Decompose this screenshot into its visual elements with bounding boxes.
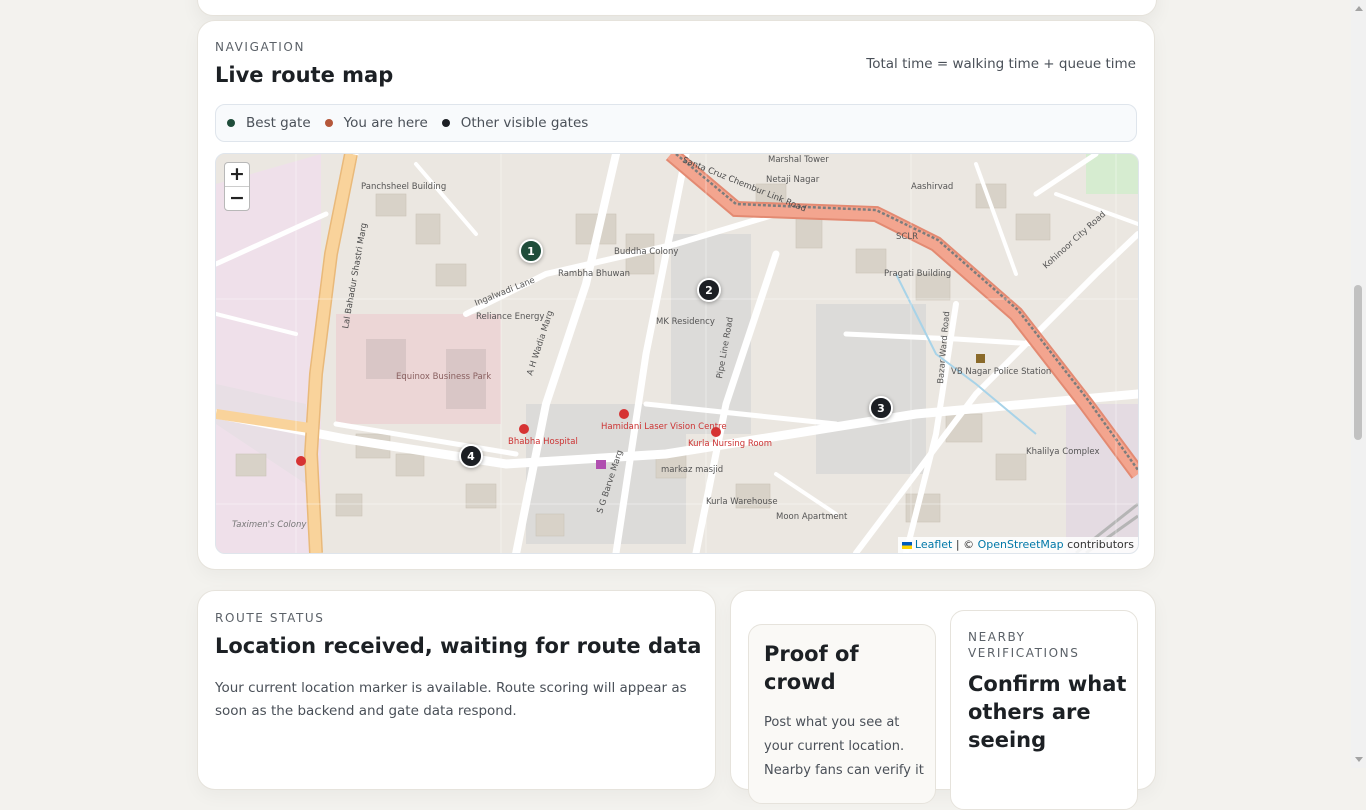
attribution-suffix: contributors (1063, 538, 1134, 551)
section-eyebrow: NAVIGATION (215, 40, 306, 54)
zoom-control: + − (224, 162, 250, 211)
page-scrollbar[interactable] (1351, 0, 1366, 768)
map-label-place: Marshal Tower (768, 155, 829, 165)
gate-marker[interactable]: 3 (869, 396, 893, 420)
section-eyebrow: NEARBY VERIFICATIONS (968, 630, 1080, 660)
route-status-title: Location received, waiting for route dat… (215, 634, 702, 658)
openstreetmap-link[interactable]: OpenStreetMap (978, 538, 1064, 551)
map-label-place: MK Residency (656, 317, 715, 327)
scroll-down-arrow-icon[interactable] (1355, 757, 1363, 762)
gate-marker[interactable]: 2 (697, 278, 721, 302)
nearby-title: Confirm what others are seeing (968, 672, 1127, 752)
map-label-place: Taximen's Colony (232, 520, 307, 530)
zoom-in-button[interactable]: + (225, 163, 249, 186)
map-label-place: Panchsheel Building (361, 182, 446, 192)
map-label-place: VB Nagar Police Station (951, 367, 1051, 377)
other-gate-dot-icon (441, 119, 450, 127)
proof-body: Post what you see at your current locati… (764, 715, 924, 778)
map-label-place: Netaji Nagar (766, 175, 820, 185)
proof-title: Proof of crowd (764, 642, 859, 694)
navigation-card: NAVIGATION Live route map Total time = w… (197, 20, 1155, 570)
map-label-place: Bhabha Hospital (508, 437, 578, 447)
legend-you-are-here: You are here (324, 115, 428, 131)
legend-label: Best gate (246, 115, 311, 131)
map-legend: Best gate You are here Other visible gat… (215, 104, 1137, 142)
map-label-place: Aashirvad (911, 182, 953, 192)
map-label-place: SCLR (896, 232, 918, 242)
attribution-separator: | © (952, 538, 978, 551)
map-label-place: Equinox Business Park (396, 372, 491, 382)
section-eyebrow: ROUTE STATUS (215, 611, 325, 625)
you-are-here-dot-icon (324, 119, 333, 127)
map-label-place: markaz masjid (661, 465, 723, 475)
map-label-place: Rambha Bhuwan (558, 269, 630, 279)
map-attribution: Leaflet | © OpenStreetMap contributors (897, 537, 1138, 553)
route-map[interactable]: Santa Cruz Chembur Link Road Lal Bahadur… (215, 153, 1139, 554)
map-tiles: Santa Cruz Chembur Link Road Lal Bahadur… (216, 154, 1138, 553)
best-gate-dot-icon (227, 119, 235, 127)
map-label-place: Khalilya Complex (1026, 447, 1099, 457)
gate-marker-best[interactable]: 1 (519, 239, 543, 263)
legend-best-gate: Best gate (227, 115, 311, 131)
map-label-place: Pragati Building (884, 269, 951, 279)
time-formula-note: Total time = walking time + queue time (866, 56, 1136, 72)
previous-card (197, 0, 1157, 16)
gate-marker[interactable]: 4 (459, 444, 483, 468)
legend-label: Other visible gates (460, 115, 589, 131)
map-label-place: Moon Apartment (776, 512, 848, 522)
route-status-card: ROUTE STATUS Location received, waiting … (197, 590, 716, 790)
ukraine-flag-icon (901, 541, 912, 549)
nearby-verifications-panel: NEARBY VERIFICATIONS Confirm what others… (950, 610, 1138, 810)
route-status-body: Your current location marker is availabl… (215, 680, 687, 719)
leaflet-link[interactable]: Leaflet (915, 538, 952, 551)
scroll-up-arrow-icon[interactable] (1355, 6, 1363, 11)
proof-of-crowd-panel: Proof of crowd Post what you see at your… (748, 624, 936, 804)
map-label-place: Reliance Energy (476, 312, 544, 322)
section-title: Live route map (215, 63, 394, 87)
map-label-place: Buddha Colony (614, 247, 678, 257)
crowd-card: Proof of crowd Post what you see at your… (730, 590, 1156, 810)
map-label-place: Hamidani Laser Vision Centre (601, 422, 727, 432)
legend-other-gates: Other visible gates (441, 115, 589, 131)
legend-label: You are here (343, 115, 428, 131)
scrollbar-thumb[interactable] (1354, 285, 1362, 440)
map-label-place: Kurla Nursing Room (688, 439, 772, 449)
map-label-place: Kurla Warehouse (706, 497, 778, 507)
zoom-out-button[interactable]: − (225, 186, 249, 210)
